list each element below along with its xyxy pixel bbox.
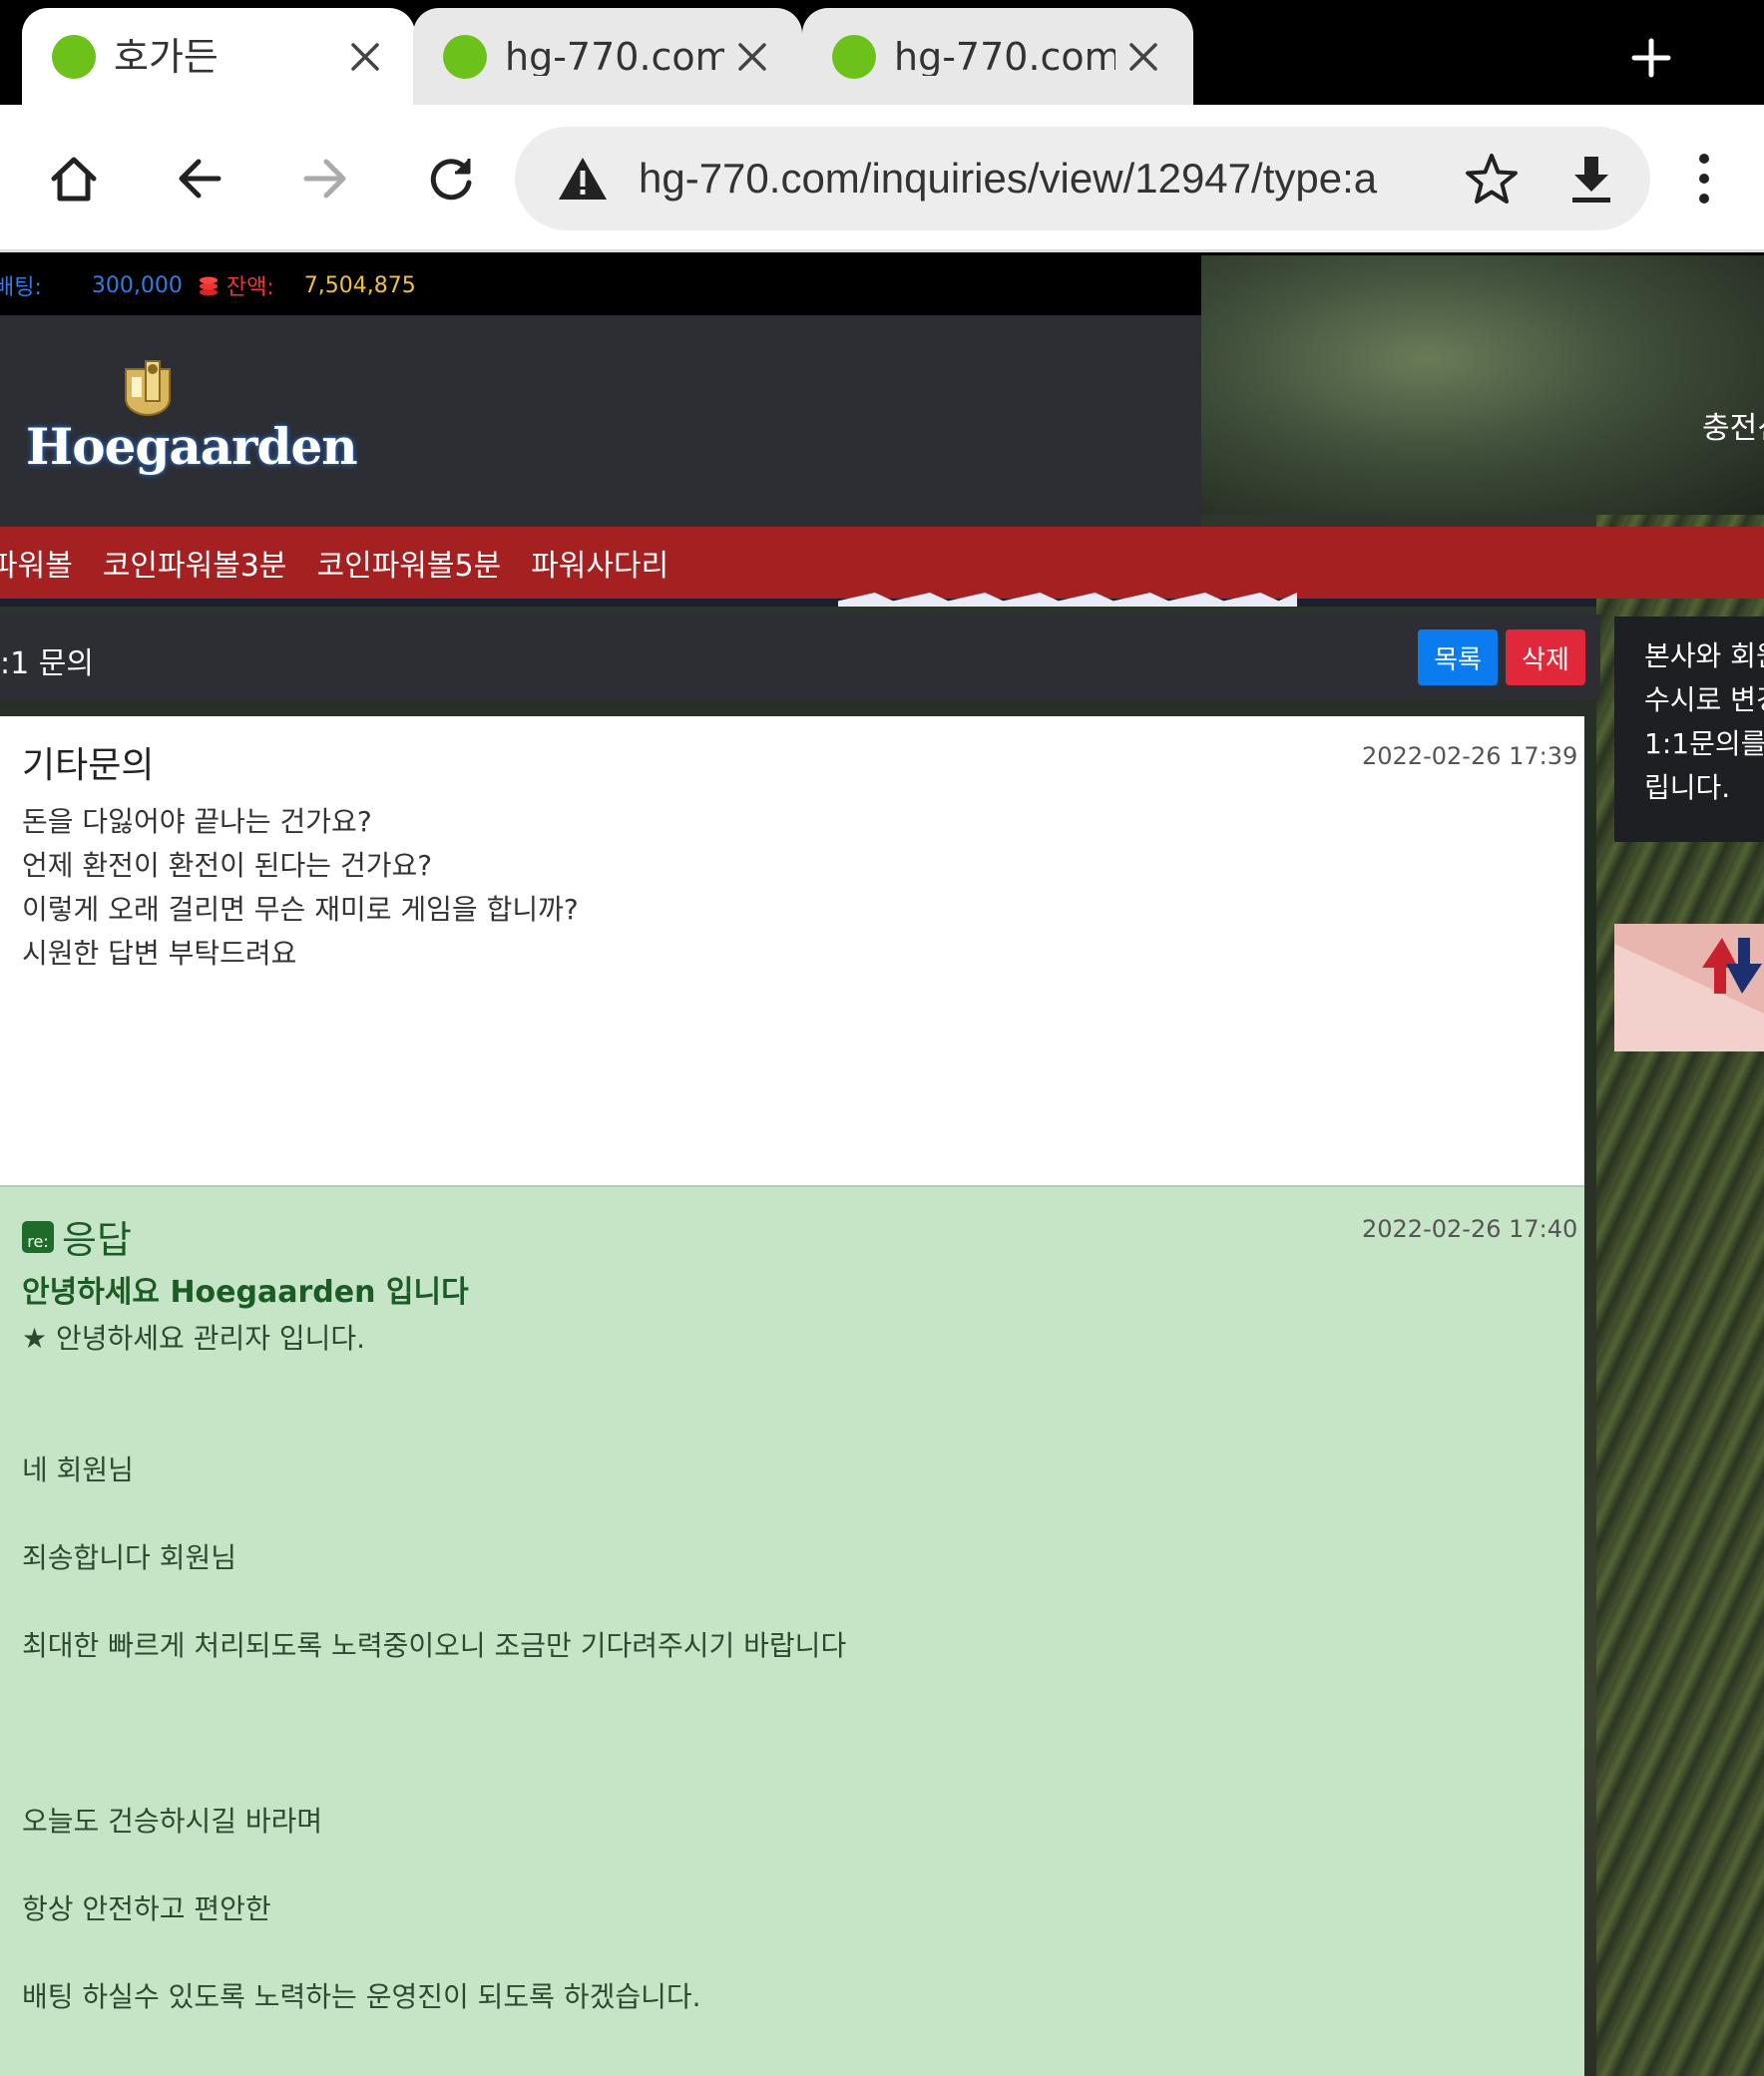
question-line: 시원한 답변 부탁드려요: [22, 937, 297, 970]
balance-value: 7,504,875: [303, 272, 416, 298]
web-page: 배팅: 300,000 잔액: 7,504,875 Hoegaarden 충전신…: [0, 255, 1764, 2076]
favicon-icon: [52, 34, 96, 79]
question-body: 돈을 다잃어야 끝나는 건가요? 언제 환전이 환전이 된다는 건가요? 이렇게…: [22, 800, 579, 976]
answer-line: 배팅 하실수 있도록 노력하는 운영진이 되도록 하겠습니다.: [22, 1980, 701, 2013]
browser-toolbar: hg-770.com/inquiries/view/12947/type:a: [0, 105, 1764, 252]
answer-greeting: 안녕하세요 Hoegaarden 입니다: [22, 1275, 469, 1310]
list-button[interactable]: 목록: [1418, 629, 1498, 685]
charge-link[interactable]: 충전신: [1702, 403, 1764, 447]
panel-title: :1 문의: [0, 646, 94, 681]
back-icon[interactable]: [160, 139, 239, 218]
forward-icon[interactable]: [285, 139, 365, 218]
nav-item-coin-powerball-5[interactable]: 코인파워볼5분: [317, 541, 502, 585]
notice-line: 립니다.: [1644, 771, 1731, 804]
answer-line: 죄송합니다 회원님: [22, 1541, 236, 1574]
warning-icon[interactable]: [557, 155, 609, 203]
background-photo: [1201, 255, 1764, 515]
favicon-icon: [443, 34, 487, 79]
bet-label: 배팅:: [0, 275, 42, 300]
question-box: 기타문의 2022-02-26 17:39 돈을 다잃어야 끝나는 건가요? 언…: [0, 716, 1584, 1185]
question-line: 이렇게 오래 걸리면 무슨 재미로 게임을 합니까?: [22, 893, 579, 926]
tab-title: hg-770.com/pages/st: [894, 37, 1115, 76]
tab-hoegaarden[interactable]: 호가든: [22, 8, 415, 105]
balance-label: 잔액:: [225, 275, 274, 300]
logo-text: Hoegaarden: [26, 417, 358, 476]
question-category: 기타문의: [22, 745, 155, 786]
banner-strip: [0, 593, 1596, 607]
coins-icon: [199, 276, 218, 296]
close-icon[interactable]: [1115, 29, 1171, 85]
answer-line: 네 회원님: [22, 1453, 134, 1486]
star-icon[interactable]: [1463, 151, 1521, 208]
notice-line: 1:1문의를: [1644, 727, 1764, 760]
home-icon[interactable]: [34, 139, 114, 218]
tab-title: 호가든: [114, 37, 219, 76]
nav-item-coin-powerball-3[interactable]: 코인파워볼3분: [103, 541, 287, 585]
question-line: 언제 환전이 환전이 된다는 건가요?: [22, 849, 433, 882]
question-date: 2022-02-26 17:39: [1362, 742, 1578, 770]
question-line: 돈을 다잃어야 끝나는 건가요?: [22, 805, 372, 838]
plus-icon[interactable]: [1621, 28, 1681, 88]
side-banner[interactable]: [1614, 924, 1764, 1051]
close-icon[interactable]: [337, 29, 393, 85]
answer-date: 2022-02-26 17:40: [1362, 1215, 1578, 1243]
answer-label: 응답: [62, 1218, 132, 1262]
notice-box: 본사와 회원 수시로 변경 1:1문의를 립니다.: [1614, 617, 1764, 842]
site-header: Hoegaarden: [0, 315, 1201, 527]
delete-button[interactable]: 삭제: [1506, 629, 1585, 685]
tab-pages-1[interactable]: hg-770.com/pages/st: [413, 8, 802, 105]
menu-icon[interactable]: [1684, 151, 1724, 207]
bet-value: 300,000: [91, 272, 183, 298]
close-icon[interactable]: [724, 29, 780, 85]
url-text[interactable]: hg-770.com/inquiries/view/12947/type:a: [639, 154, 1377, 204]
notice-line: 본사와 회원: [1644, 639, 1764, 672]
reload-icon[interactable]: [411, 139, 491, 218]
answer-line: 최대한 빠르게 처리되도록 노력중이오니 조금만 기다려주시기 바랍니다: [22, 1629, 847, 1662]
download-icon[interactable]: [1562, 151, 1620, 208]
nav-item-power-ladder[interactable]: 파워사다리: [531, 541, 668, 585]
answer-line: ★ 안녕하세요 관리자 입니다.: [22, 1322, 366, 1355]
tab-title: hg-770.com/pages/st: [505, 37, 724, 76]
site-logo[interactable]: Hoegaarden: [26, 355, 358, 485]
arrows-icon: [1614, 938, 1764, 1051]
favicon-icon: [832, 34, 876, 79]
notice-line: 수시로 변경: [1644, 683, 1764, 716]
answer-line: 항상 안전하고 편안한: [22, 1892, 271, 1925]
tab-pages-2[interactable]: hg-770.com/pages/st: [802, 8, 1193, 105]
answer-header: re: 응답: [22, 1209, 132, 1264]
main-nav: 파워볼 코인파워볼3분 코인파워볼5분 파워사다리: [0, 527, 1764, 599]
notice-text: 본사와 회원 수시로 변경 1:1문의를 립니다.: [1644, 634, 1764, 810]
account-bar: 배팅: 300,000 잔액: 7,504,875: [0, 255, 1201, 315]
tab-strip: 호가든 hg-770.com/pages/st hg-770.com/pages…: [0, 0, 1764, 105]
address-bar[interactable]: hg-770.com/inquiries/view/12947/type:a: [515, 127, 1650, 230]
inquiry-panel-header: :1 문의 목록 삭제: [0, 615, 1600, 700]
emblem-icon: [125, 360, 171, 417]
answer-line: 오늘도 건승하시길 바라며: [22, 1805, 323, 1838]
answer-box: re: 응답 2022-02-26 17:40 안녕하세요 Hoegaarden…: [0, 1185, 1584, 2076]
reply-icon: re:: [22, 1220, 54, 1253]
nav-item-powerball[interactable]: 파워볼: [0, 541, 73, 585]
